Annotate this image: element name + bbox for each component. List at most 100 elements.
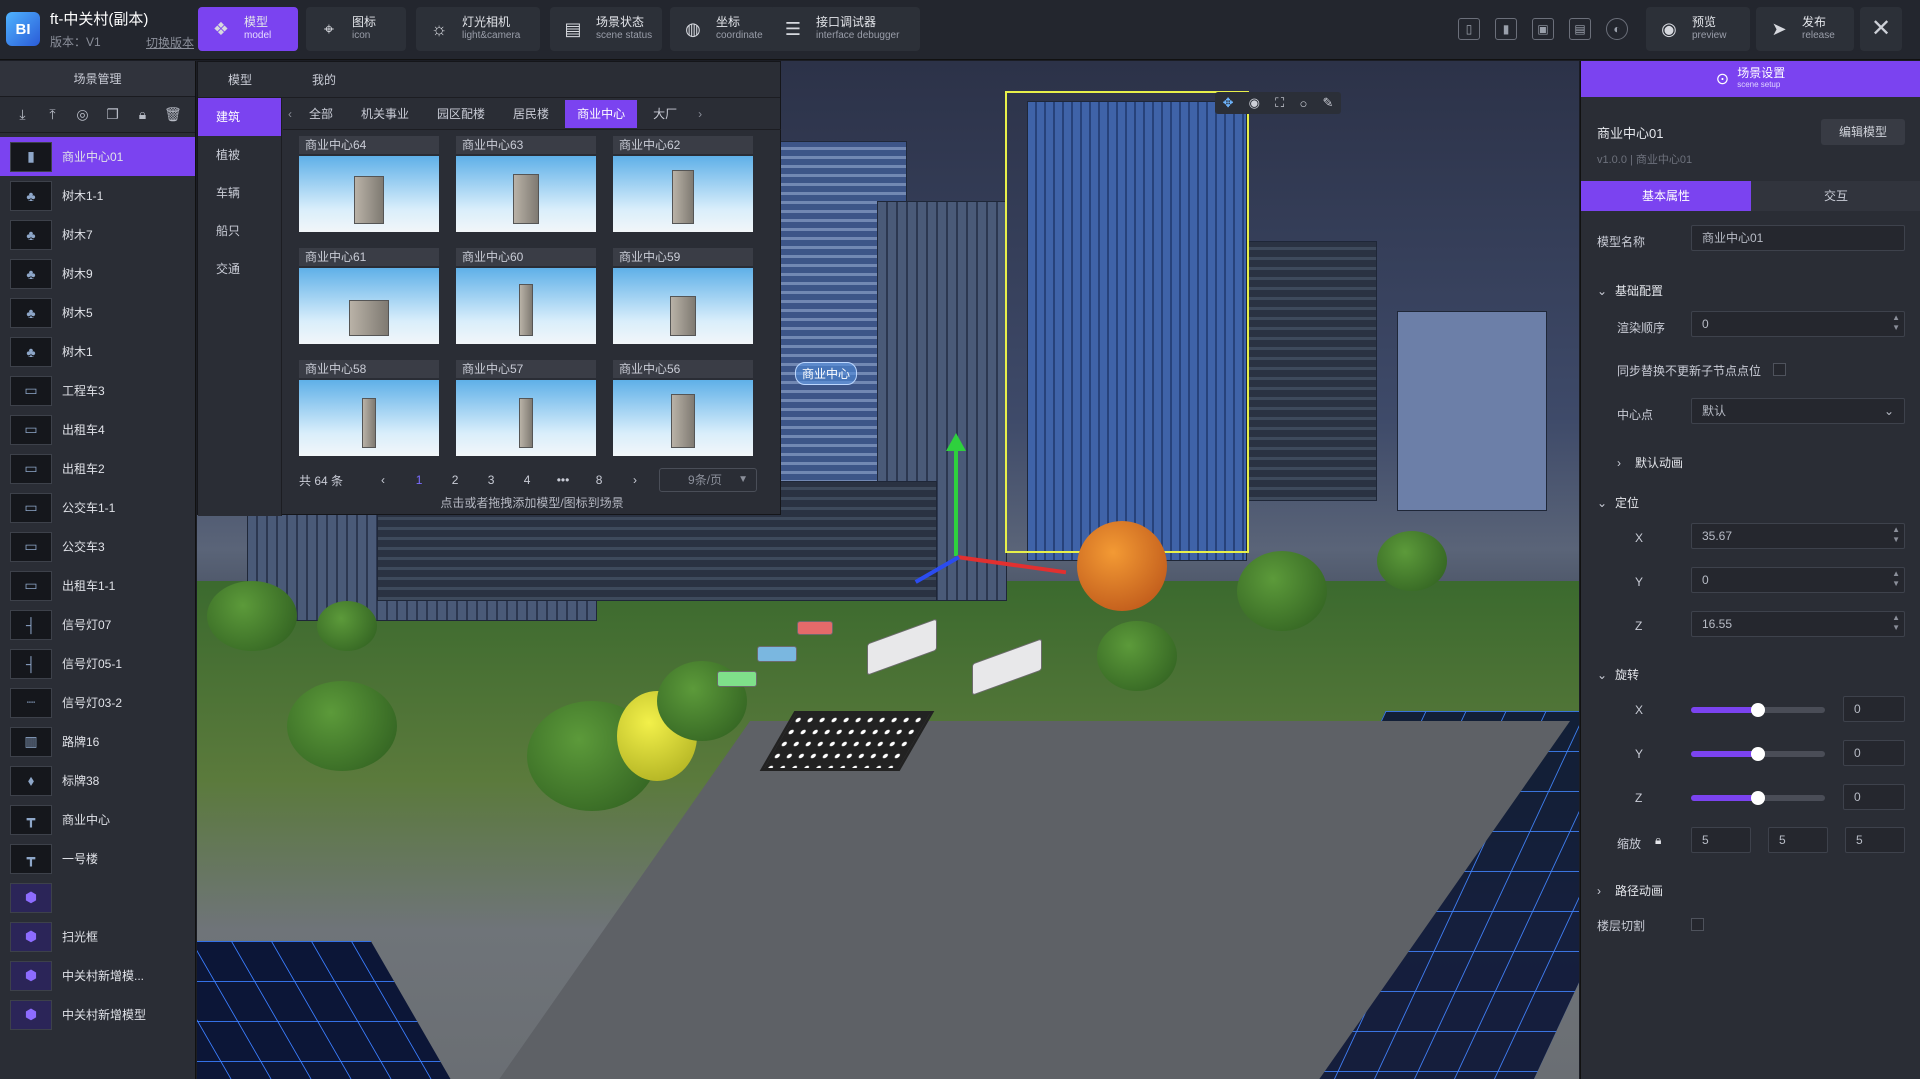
toolbar-button-scene-status[interactable]: ▤ 场景状态 scene status — [550, 7, 662, 51]
tree[interactable] — [1077, 521, 1167, 611]
scene-item[interactable]: ♣ 树木9 — [0, 254, 195, 293]
scale-z-input[interactable]: 5 — [1845, 827, 1905, 853]
position-y-input[interactable]: 0 ▲ ▼ — [1691, 567, 1905, 593]
model-card[interactable]: 商业中心64 — [299, 136, 439, 232]
render-order-input[interactable]: 0 ▲ ▼ — [1691, 311, 1905, 337]
rotation-y-input[interactable]: 0 — [1843, 740, 1905, 766]
model-card[interactable]: 商业中心58 — [299, 360, 439, 456]
model-card[interactable]: 商业中心56 — [613, 360, 753, 456]
properties-tab[interactable]: 交互 — [1751, 181, 1920, 211]
rotation-z-slider[interactable] — [1691, 791, 1825, 805]
library-category[interactable]: 建筑 — [198, 98, 281, 136]
scene-item[interactable]: ▭ 工程车3 — [0, 371, 195, 410]
model-card[interactable]: 商业中心57 — [456, 360, 596, 456]
path-anim-section[interactable]: › 路径动画 — [1597, 882, 1663, 899]
download-icon[interactable]: ⤓ — [14, 106, 31, 123]
scene-item[interactable]: ▥ 路牌16 — [0, 722, 195, 761]
scene-item[interactable]: ♣ 树木7 — [0, 215, 195, 254]
library-category[interactable]: 植被 — [198, 136, 281, 174]
building[interactable] — [1247, 241, 1377, 501]
model-card[interactable]: 商业中心60 — [456, 248, 596, 344]
scene-item[interactable]: ▭ 公交车3 — [0, 527, 195, 566]
tree[interactable] — [317, 601, 377, 651]
position-z-input[interactable]: 16.55 ▲ ▼ — [1691, 611, 1905, 637]
tab-model[interactable]: 模型 — [198, 62, 282, 97]
position-x-input[interactable]: 35.67 ▲ ▼ — [1691, 523, 1905, 549]
scene-item[interactable]: ▭ 出租车2 — [0, 449, 195, 488]
slider-handle[interactable] — [1751, 747, 1765, 761]
scene-item[interactable]: ┤ 信号灯07 — [0, 605, 195, 644]
theme-icon[interactable]: ◐ — [1606, 18, 1628, 40]
scene-item[interactable]: ♣ 树木5 — [0, 293, 195, 332]
library-subtab[interactable]: 居民楼 — [501, 100, 561, 128]
tree[interactable] — [287, 681, 397, 771]
save-icon[interactable]: ▤ — [1569, 18, 1591, 40]
layout-right-icon[interactable]: ▮ — [1495, 18, 1517, 40]
building[interactable] — [1397, 311, 1547, 511]
target-icon[interactable]: ◎ — [74, 106, 91, 123]
brush-icon[interactable]: ✎ — [1322, 95, 1333, 111]
scale-y-input[interactable]: 5 — [1768, 827, 1828, 853]
basic-config-section[interactable]: ⌄ 基础配置 — [1597, 282, 1663, 299]
model-card[interactable]: 商业中心59 — [613, 248, 753, 344]
rotation-section[interactable]: ⌄ 旋转 — [1597, 666, 1639, 683]
toolbar-button-coordinate[interactable]: ◍ 坐标 coordinate — [670, 7, 782, 51]
rotation-x-input[interactable]: 0 — [1843, 696, 1905, 722]
car[interactable] — [757, 646, 797, 662]
library-subtab[interactable]: 全部 — [297, 100, 345, 128]
page-number[interactable]: 3 — [473, 473, 509, 487]
slider-handle[interactable] — [1751, 791, 1765, 805]
page-number[interactable]: ••• — [545, 473, 581, 487]
scene-item[interactable]: ⬢ 中关村新增模... — [0, 956, 195, 995]
chevron-right-icon[interactable]: › — [693, 107, 707, 121]
chevron-left-icon[interactable]: ‹ — [283, 107, 297, 121]
gizmo-y-axis[interactable] — [954, 446, 958, 556]
library-category[interactable]: 车辆 — [198, 174, 281, 212]
toolbar-button-preview[interactable]: ◉ 预览 preview — [1646, 7, 1750, 51]
scene-item[interactable]: ┳ 一号楼 — [0, 839, 195, 878]
car[interactable] — [797, 621, 833, 635]
library-subtab[interactable]: 大厂 — [641, 100, 689, 128]
image-icon[interactable]: ▣ — [1532, 18, 1554, 40]
scene-item[interactable]: ⬢ 中关村新增模型 — [0, 995, 195, 1034]
edit-model-button[interactable]: 编辑模型 — [1821, 119, 1905, 145]
prev-page-icon[interactable]: ‹ — [365, 473, 401, 487]
toolbar-button-light-camera[interactable]: ☼ 灯光相机 light&camera — [416, 7, 540, 51]
copy-icon[interactable]: ❐ — [104, 106, 121, 123]
tree[interactable] — [1377, 531, 1447, 591]
default-anim-section[interactable]: › 默认动画 — [1617, 454, 1683, 471]
circle-icon[interactable]: ○ — [1299, 96, 1307, 111]
model-name-input[interactable]: 商业中心01 — [1691, 225, 1905, 251]
tree[interactable] — [1097, 621, 1177, 691]
center-select[interactable]: 默认 ⌄ — [1691, 398, 1905, 424]
scene-item[interactable]: ┤ 信号灯05-1 — [0, 644, 195, 683]
spinner-icon[interactable]: ▲ ▼ — [1892, 569, 1900, 589]
trash-icon[interactable]: 🗑︎ — [164, 106, 182, 123]
scale-x-input[interactable]: 5 — [1691, 827, 1751, 853]
library-category[interactable]: 交通 — [198, 250, 281, 288]
position-section[interactable]: ⌄ 定位 — [1597, 494, 1639, 511]
toolbar-button-release[interactable]: ➤ 发布 release — [1756, 7, 1854, 51]
model-card[interactable]: 商业中心63 — [456, 136, 596, 232]
next-page-icon[interactable]: › — [617, 473, 653, 487]
properties-tab[interactable]: 基本属性 — [1581, 181, 1751, 211]
scene-item[interactable]: ┈ 信号灯03-2 — [0, 683, 195, 722]
scene-item[interactable]: ⬧ 标牌38 — [0, 761, 195, 800]
library-subtab[interactable]: 园区配楼 — [425, 100, 497, 128]
toolbar-button-interface-debugger[interactable]: ☰ 接口调试器 interface debugger — [770, 7, 920, 51]
sync-checkbox[interactable] — [1773, 363, 1786, 376]
tab-mine[interactable]: 我的 — [282, 62, 366, 97]
slider-handle[interactable] — [1751, 703, 1765, 717]
scene-item[interactable]: ♣ 树木1-1 — [0, 176, 195, 215]
scene-item[interactable]: ▮ 商业中心01 — [0, 137, 195, 176]
model-card[interactable]: 商业中心61 — [299, 248, 439, 344]
scene-item[interactable]: ┳ 商业中心 — [0, 800, 195, 839]
scene-item[interactable]: ▭ 公交车1-1 — [0, 488, 195, 527]
switch-version-link[interactable]: 切换版本 — [146, 34, 194, 51]
per-page-select[interactable]: 9条/页 ▼ — [659, 468, 758, 492]
tree[interactable] — [1237, 551, 1327, 631]
move-icon[interactable]: ✥ — [1223, 95, 1234, 111]
spinner-icon[interactable]: ▲ ▼ — [1892, 313, 1900, 333]
scene-item[interactable]: ⬢ 扫光框 — [0, 917, 195, 956]
model-card[interactable]: 商业中心62 — [613, 136, 753, 232]
